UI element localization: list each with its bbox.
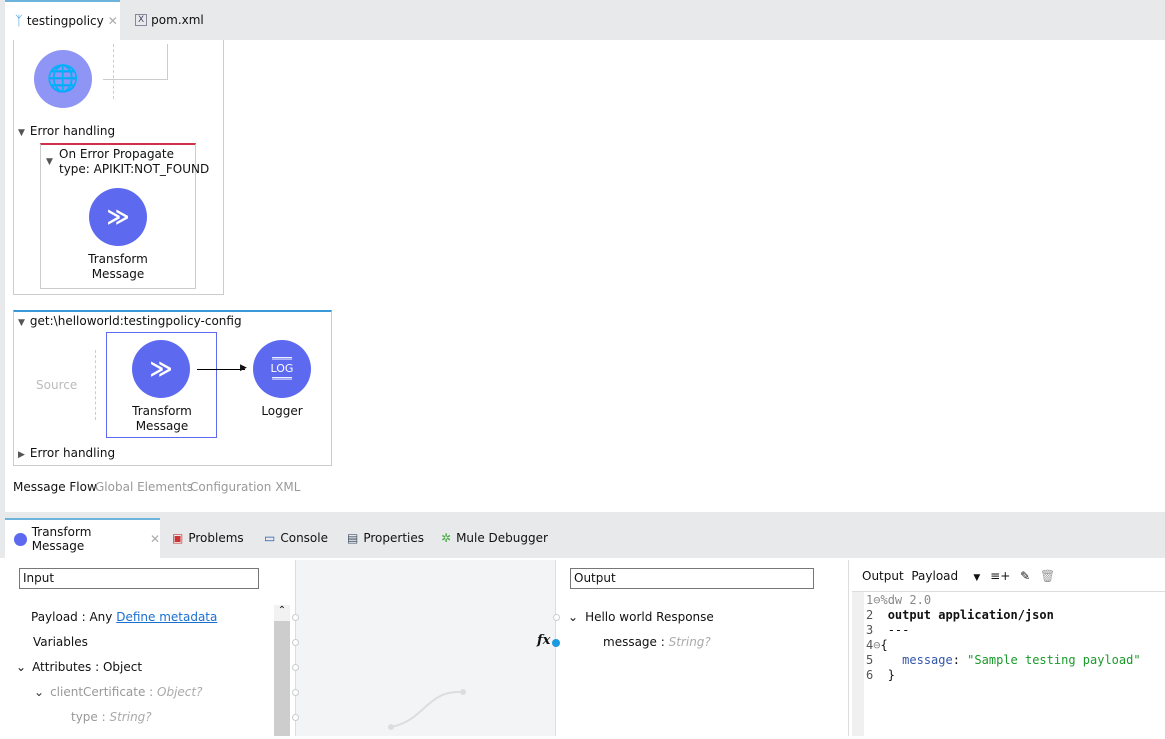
divider — [852, 591, 1165, 592]
on-error-header: ▼ On Error Propagate type: APIKIT:NOT_FOUN… — [46, 147, 210, 176]
input-search[interactable]: Input — [19, 568, 259, 589]
flow-name[interactable]: ▼ get:\helloworld:testingpolicy-config — [18, 314, 242, 328]
define-metadata-link[interactable]: Define metadata — [116, 610, 217, 624]
transform-icon — [14, 532, 27, 546]
properties-icon: ▤ — [347, 531, 359, 545]
tab-transform-message[interactable]: Transform Message ✕ — [5, 518, 160, 558]
chevron-down-icon[interactable]: ⌄ — [34, 685, 44, 699]
output-search[interactable]: Output — [570, 568, 814, 589]
variables-row[interactable]: Variables — [33, 635, 88, 649]
divider — [95, 350, 96, 420]
edit-pencil-icon[interactable]: ✎ — [1020, 569, 1030, 583]
console-icon: ▭ — [264, 531, 276, 545]
scrollbar[interactable]: ⌃ — [274, 605, 290, 736]
add-target-icon[interactable]: ≡+ — [990, 569, 1010, 583]
tab-testingpolicy[interactable]: ᛉ testingpolicy ✕ — [5, 0, 120, 40]
transform-label: Transform Message — [132, 404, 192, 433]
fx-icon[interactable]: fx — [537, 633, 550, 648]
tab-mule-debugger[interactable]: ✲ Mule Debugger — [441, 518, 548, 558]
error-handling-toggle[interactable]: ▶ Error handling — [18, 446, 115, 460]
mapped-port[interactable] — [552, 639, 560, 647]
divider — [848, 560, 849, 736]
tab-problems[interactable]: ▣ Problems — [172, 518, 244, 558]
mapping-curve — [388, 689, 466, 730]
mule-icon: ᛉ — [15, 13, 23, 29]
output-root-row[interactable]: ⌄ Hello world Response — [568, 610, 714, 624]
error-handling-toggle[interactable]: ▼ Error handling — [18, 124, 115, 138]
tab-pom-xml[interactable]: X pom.xml — [125, 0, 204, 40]
left-gutter — [0, 40, 5, 515]
connector — [167, 44, 168, 80]
port[interactable] — [292, 714, 299, 721]
chevron-down-icon[interactable]: ⌄ — [16, 660, 26, 674]
port[interactable] — [292, 639, 299, 646]
client-certificate-row[interactable]: ⌄ clientCertificate : Object? — [34, 685, 202, 699]
port[interactable] — [292, 614, 299, 621]
logger-label: Logger — [261, 404, 303, 418]
transform-label: Transform Message — [88, 252, 148, 281]
trash-icon[interactable]: 🗑 — [1040, 569, 1055, 583]
tab-message-flow[interactable]: Message Flow — [13, 480, 97, 494]
scroll-thumb[interactable] — [274, 621, 290, 736]
close-icon[interactable]: ✕ — [150, 532, 160, 546]
tab-configuration-xml[interactable]: Configuration XML — [190, 480, 300, 494]
bug-icon: ✲ — [441, 531, 452, 545]
target-select[interactable]: Payload ▼ — [911, 569, 980, 583]
payload-row: Payload : Any Define metadata — [31, 610, 218, 624]
tab-console[interactable]: ▭ Console — [264, 518, 328, 558]
dropdown-icon[interactable]: ▼ — [973, 573, 980, 583]
transform-message-icon[interactable]: ≫ — [132, 340, 190, 398]
close-icon[interactable]: ✕ — [108, 14, 118, 28]
attributes-row[interactable]: ⌄ Attributes : Object — [16, 660, 142, 674]
arrow-head-icon: ▶ — [240, 363, 247, 373]
type-row: type : String? — [71, 710, 152, 724]
port[interactable] — [292, 664, 299, 671]
tab-properties[interactable]: ▤ Properties — [347, 518, 424, 558]
tab-global-elements[interactable]: Global Elements — [95, 480, 193, 494]
mapping-canvas[interactable] — [295, 560, 556, 736]
xml-file-icon: X — [135, 14, 148, 26]
source-area[interactable]: Source — [36, 378, 77, 392]
port[interactable] — [292, 689, 299, 696]
problems-icon: ▣ — [172, 531, 184, 545]
output-field-row[interactable]: message : String? — [603, 635, 711, 649]
divider — [113, 44, 114, 99]
logger-icon[interactable]: ═══ LOG ═══ — [253, 340, 311, 398]
port[interactable] — [553, 614, 560, 621]
editor-tab-bar: ᛉ testingpolicy ✕ X pom.xml — [0, 0, 1165, 40]
connector — [103, 79, 168, 80]
arrow-connector — [197, 369, 245, 370]
editor-toolbar: Output Payload ▼ ≡+ ✎ 🗑 — [862, 569, 1056, 583]
http-listener-globe-icon[interactable]: 🌐 — [34, 50, 92, 108]
transform-message-icon[interactable]: ≫ — [89, 188, 147, 246]
scroll-up-icon[interactable]: ⌃ — [274, 605, 290, 616]
editor-gutter — [852, 592, 864, 736]
chevron-down-icon[interactable]: ⌄ — [568, 610, 578, 624]
